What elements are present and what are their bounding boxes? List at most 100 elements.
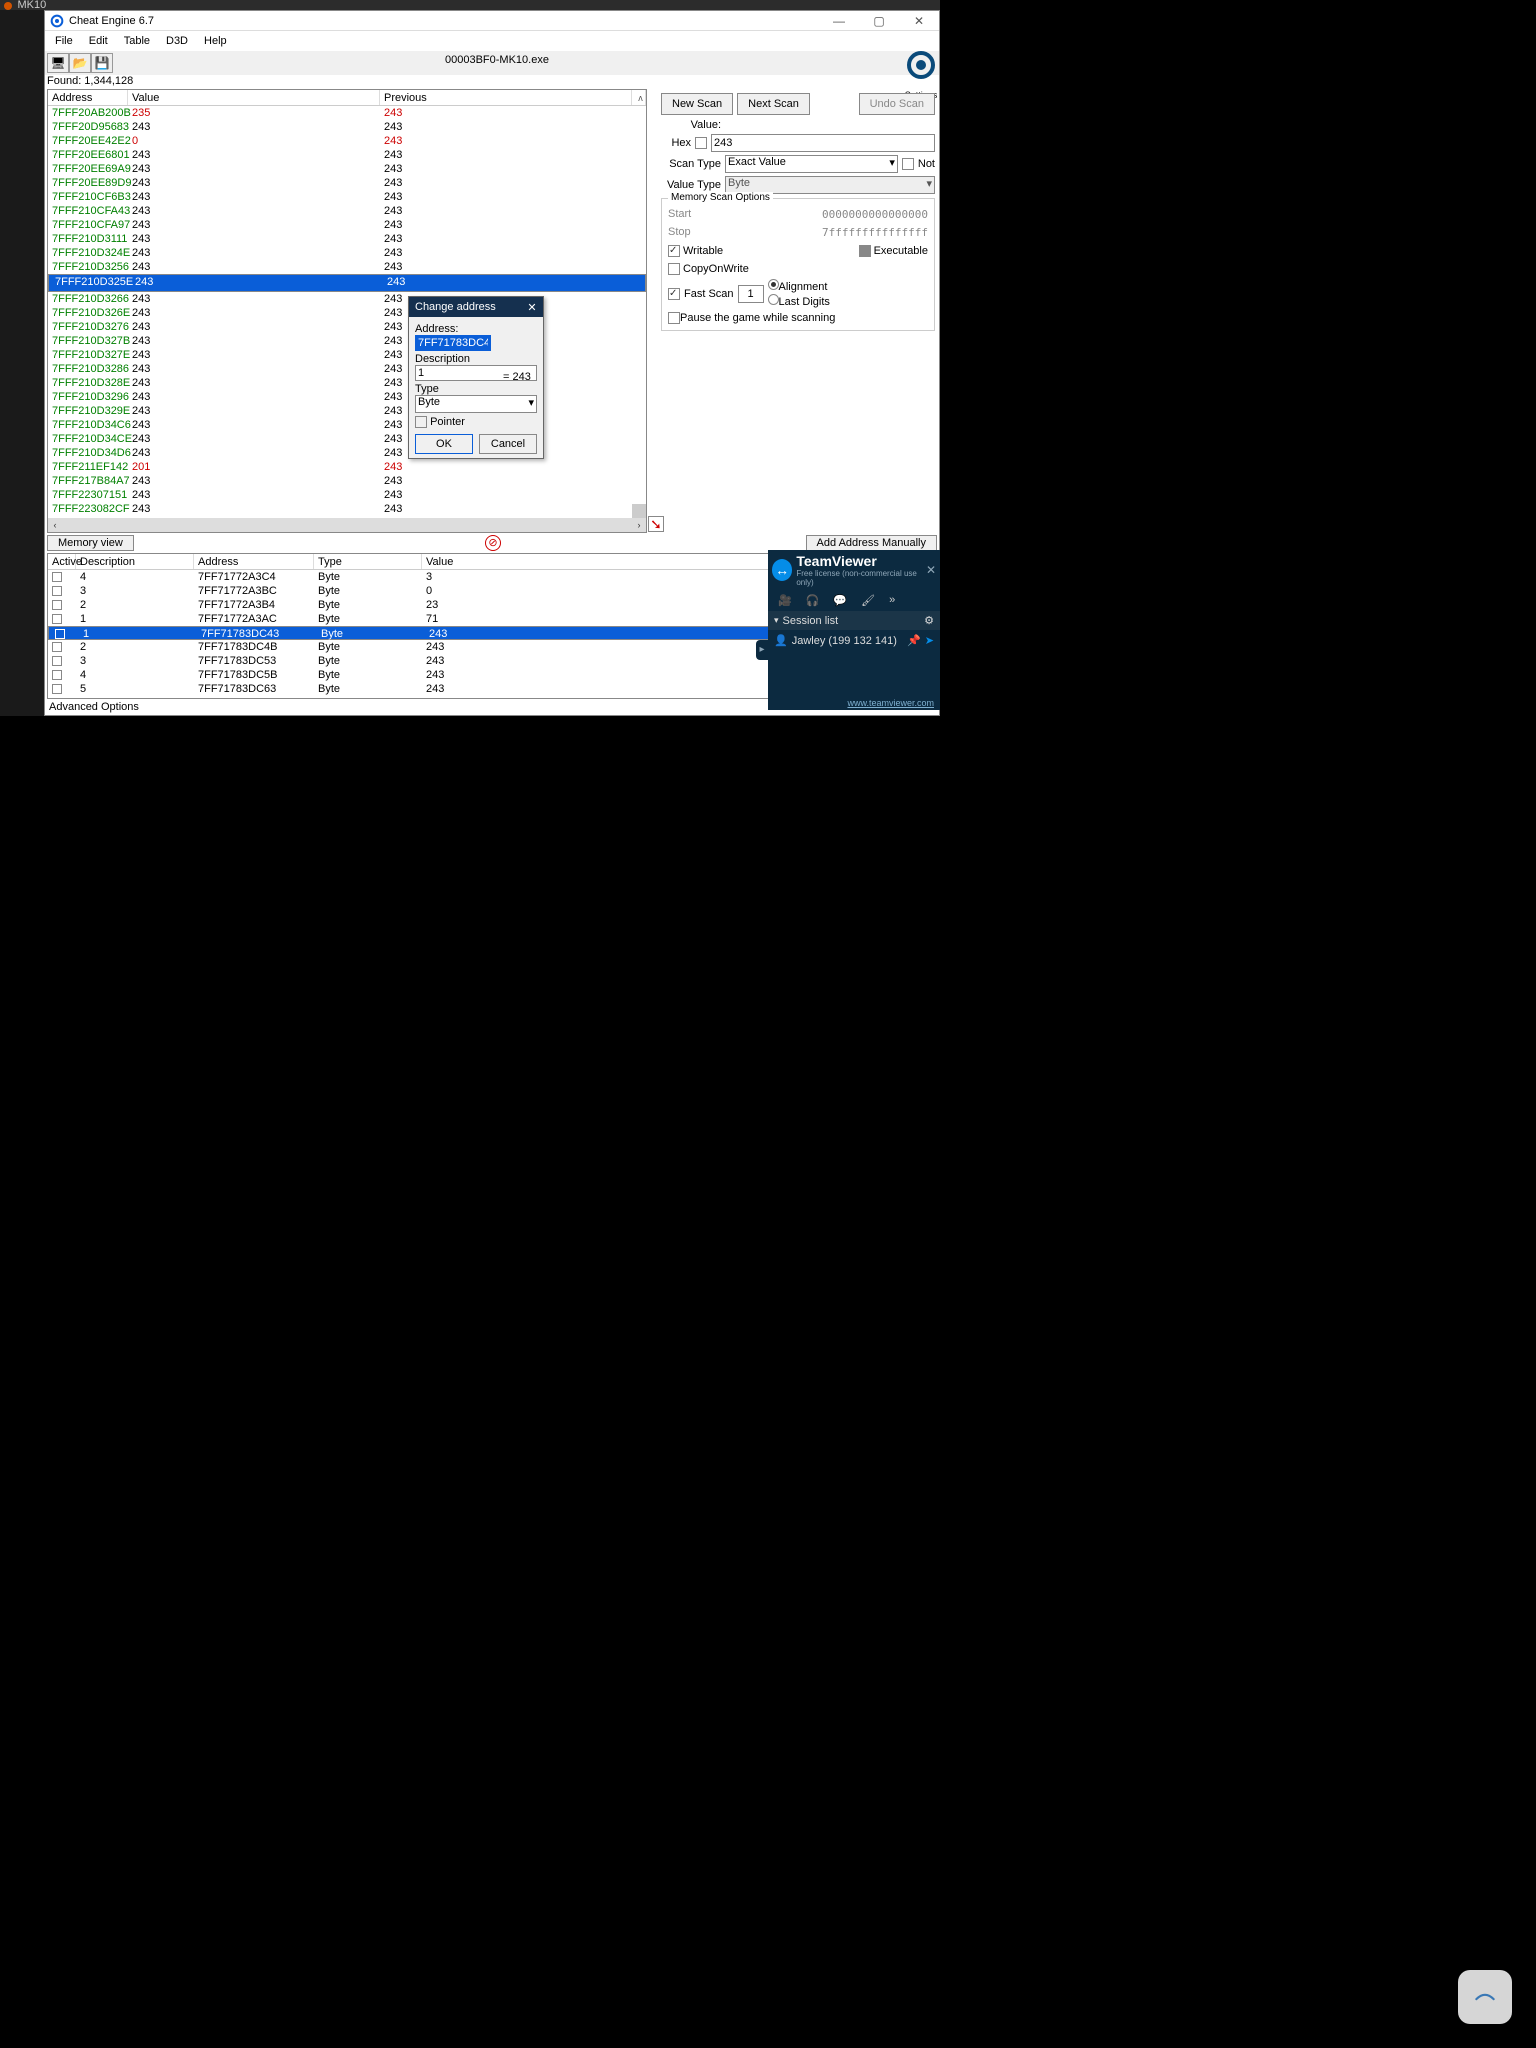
memory-view-button[interactable]: Memory view (47, 535, 134, 551)
result-row[interactable]: 7FFF20D95683243243 (48, 120, 646, 134)
teamviewer-link[interactable]: www.teamviewer.com (847, 698, 934, 708)
scroll-right-icon[interactable]: › (632, 518, 646, 532)
scroll-left-icon[interactable]: ‹ (48, 518, 62, 532)
undo-scan-button[interactable]: Undo Scan (859, 93, 935, 115)
stop-value[interactable]: 7fffffffffffffff (708, 226, 928, 239)
result-row[interactable]: 7FFF210D327E243243 (48, 348, 646, 362)
active-checkbox[interactable] (52, 670, 62, 680)
add-address-manually-button[interactable]: Add Address Manually (806, 535, 937, 551)
result-row[interactable]: 7FFF210CFA97243243 (48, 218, 646, 232)
tv-settings-icon[interactable]: ⚙ (924, 614, 934, 627)
col-address[interactable]: Address (48, 90, 128, 105)
scrollbar-thumb[interactable] (632, 504, 646, 518)
tv-audio-icon[interactable]: 🎧 (806, 594, 820, 607)
tv-chat-icon[interactable]: 💬 (833, 594, 847, 607)
taskbar-app[interactable]: MK10 (18, 0, 47, 11)
change-address-dialog[interactable]: Change address ✕ Address: = 243 Descript… (408, 296, 544, 459)
tv-more-icon[interactable]: » (889, 594, 895, 607)
result-row[interactable]: 7FFF210D3276243243 (48, 320, 646, 334)
close-button[interactable]: ✕ (899, 11, 939, 31)
result-row[interactable]: 7FFF223082CF243243 (48, 502, 646, 516)
address-input[interactable] (415, 335, 491, 351)
result-row[interactable]: 7FFF210D34CE243243 (48, 432, 646, 446)
horizontal-scrollbar[interactable]: ‹ › (48, 518, 646, 532)
ok-button[interactable]: OK (415, 434, 473, 454)
result-row[interactable]: 7FFF210D325E243243 (48, 274, 646, 292)
active-checkbox[interactable] (52, 642, 62, 652)
pointer-checkbox[interactable] (415, 416, 427, 428)
col-type[interactable]: Type (314, 554, 422, 569)
pause-checkbox[interactable] (668, 312, 680, 324)
no-symbol-icon[interactable]: ⊘ (485, 535, 501, 551)
scan-type-select[interactable]: Exact Value ▾ (725, 155, 898, 173)
hex-checkbox[interactable] (695, 137, 707, 149)
open-process-button[interactable]: 🖥 (47, 53, 69, 73)
dialog-close-button[interactable]: ✕ (521, 301, 543, 314)
not-checkbox[interactable] (902, 158, 914, 170)
menu-file[interactable]: File (47, 31, 81, 51)
result-row[interactable]: 7FFF210D3266243243 (48, 292, 646, 306)
active-checkbox[interactable] (52, 684, 62, 694)
minimize-button[interactable]: — (819, 11, 859, 31)
active-checkbox[interactable] (52, 656, 62, 666)
result-row[interactable]: 7FFF210D3296243243 (48, 390, 646, 404)
scroll-up-icon[interactable]: ʌ (632, 90, 646, 105)
result-row[interactable]: 7FFF210CFA43243243 (48, 204, 646, 218)
start-value[interactable]: 0000000000000000 (708, 208, 928, 221)
tv-pointer-icon[interactable]: ➤ (925, 634, 934, 647)
save-button[interactable]: 💾 (91, 53, 113, 73)
ce-settings-icon[interactable]: Settings (903, 51, 939, 93)
new-scan-button[interactable]: New Scan (661, 93, 733, 115)
executable-checkbox[interactable] (859, 245, 871, 257)
result-row[interactable]: 7FFF20EE42E20243 (48, 134, 646, 148)
col-addr[interactable]: Address (194, 554, 314, 569)
result-row[interactable]: 7FFF210CF6B3243243 (48, 190, 646, 204)
tv-video-icon[interactable]: 🎥 (778, 594, 792, 607)
writable-checkbox[interactable] (668, 245, 680, 257)
value-input[interactable] (711, 134, 935, 152)
alignment-radio[interactable] (768, 279, 779, 290)
result-row[interactable]: 7FFF210D34D6243243 (48, 446, 646, 460)
maximize-button[interactable]: ▢ (859, 11, 899, 31)
col-previous[interactable]: Previous (380, 90, 632, 105)
assist-button[interactable] (1458, 1970, 1512, 2024)
result-row[interactable]: 7FFF210D329E243243 (48, 404, 646, 418)
fastscan-input[interactable] (738, 285, 764, 303)
result-row[interactable]: 7FFF210D326E243243 (48, 306, 646, 320)
result-row[interactable]: 7FFF20EE89D9243243 (48, 176, 646, 190)
result-row[interactable]: 7FFF217B84A7243243 (48, 474, 646, 488)
active-checkbox[interactable] (52, 614, 62, 624)
type-select[interactable]: Byte▾ (415, 395, 537, 413)
teamviewer-session-header[interactable]: ▾ Session list ⚙ (768, 611, 940, 630)
result-row[interactable]: 7FFF210D3111243243 (48, 232, 646, 246)
title-bar[interactable]: Cheat Engine 6.7 — ▢ ✕ (45, 11, 939, 31)
copyonwrite-checkbox[interactable] (668, 263, 680, 275)
result-row[interactable]: 7FFF210D3256243243 (48, 260, 646, 274)
result-row[interactable]: 7FFF210D327B243243 (48, 334, 646, 348)
result-row[interactable]: 7FFF22307151243243 (48, 488, 646, 502)
result-row[interactable]: 7FFF210D328E243243 (48, 376, 646, 390)
teamviewer-collapse-handle[interactable]: ▸ (756, 640, 768, 660)
open-file-button[interactable]: 📂 (69, 53, 91, 73)
result-row[interactable]: 7FFF210D34C6243243 (48, 418, 646, 432)
col-value[interactable]: Value (128, 90, 380, 105)
col-desc[interactable]: Description (76, 554, 194, 569)
menu-table[interactable]: Table (116, 31, 158, 51)
teamviewer-close-button[interactable]: ✕ (926, 563, 936, 577)
next-scan-button[interactable]: Next Scan (737, 93, 810, 115)
results-rows[interactable]: 7FFF20AB200B2352437FFF20D956832432437FFF… (48, 106, 646, 518)
tv-pin-icon[interactable]: 📌 (907, 634, 921, 647)
teamviewer-session-user[interactable]: 👤 Jawley (199 132 141) 📌 ➤ (768, 630, 940, 651)
result-row[interactable]: 7FFF20AB200B235243 (48, 106, 646, 120)
lastdigits-radio[interactable] (768, 294, 779, 305)
menu-d3d[interactable]: D3D (158, 31, 196, 51)
col-active[interactable]: Active (48, 554, 76, 569)
result-row[interactable]: 7FFF20EE69A9243243 (48, 162, 646, 176)
teamviewer-panel[interactable]: ↔ TeamViewer Free license (non-commercia… (768, 550, 940, 710)
menu-edit[interactable]: Edit (81, 31, 116, 51)
results-header[interactable]: Address Value Previous ʌ (48, 90, 646, 106)
active-checkbox[interactable] (52, 586, 62, 596)
result-row[interactable]: 7FFF211EF142201243 (48, 460, 646, 474)
active-checkbox[interactable] (52, 572, 62, 582)
dialog-title-bar[interactable]: Change address ✕ (409, 297, 543, 317)
